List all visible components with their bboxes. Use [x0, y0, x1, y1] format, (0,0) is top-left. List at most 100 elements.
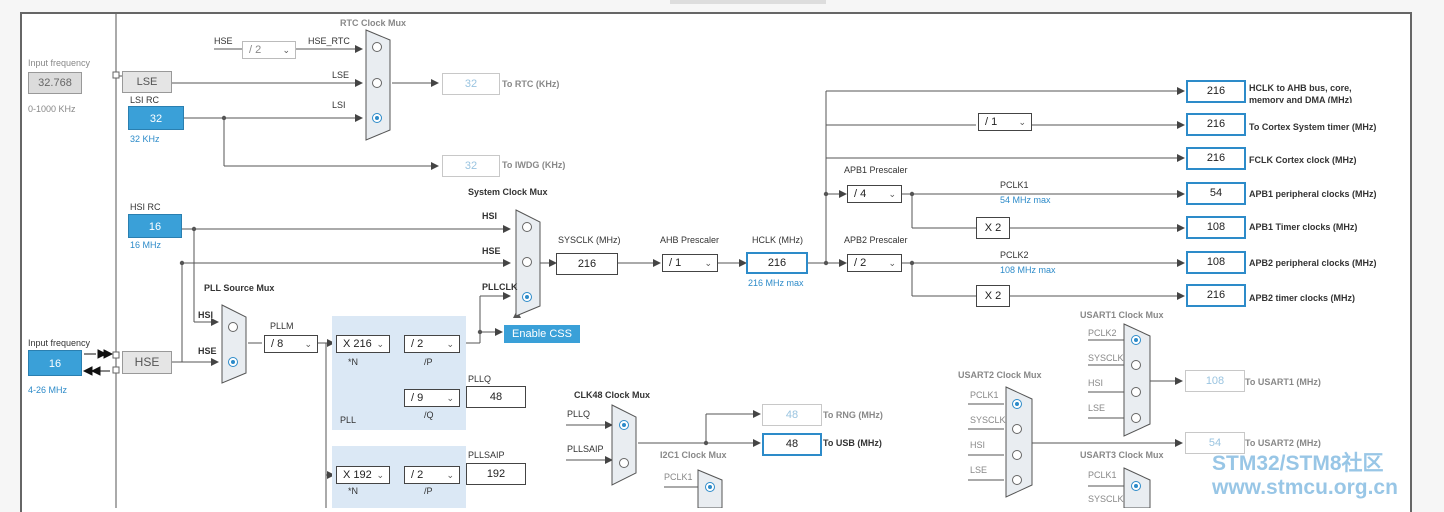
cortex-timer-divider-select[interactable]: / 1 ⌄ [978, 113, 1032, 131]
pclk2-label: PCLK2 [1000, 250, 1029, 260]
pll-q-value: / 9 [411, 392, 424, 404]
usart2-clock-mux-title: USART2 Clock Mux [958, 370, 1042, 380]
hclk-ahb-output[interactable]: 216 [1186, 80, 1246, 103]
chevron-down-icon: ⌄ [888, 258, 896, 268]
apb1-timer-output[interactable]: 108 [1186, 216, 1246, 239]
usart3-pclk1-label: PCLK1 [1088, 470, 1117, 480]
fclk-output[interactable]: 216 [1186, 147, 1246, 170]
usart2-sysclk-label: SYSCLK [970, 415, 1006, 425]
system-clock-mux-title: System Clock Mux [468, 187, 548, 197]
pclk2-max: 108 MHz max [1000, 265, 1056, 275]
ahb-prescaler-label: AHB Prescaler [660, 235, 720, 245]
pllq-value[interactable]: 48 [466, 386, 526, 408]
i2c1-pclk1-label: PCLK1 [664, 472, 693, 482]
usart1-hsi-radio[interactable] [1131, 387, 1141, 397]
usart2-sysclk-radio[interactable] [1012, 424, 1022, 434]
pllsai-n-select[interactable]: X 192 ⌄ [336, 466, 390, 484]
pclk1-max: 54 MHz max [1000, 195, 1051, 205]
sysmux-pllclk-label: PLLCLK [482, 282, 518, 292]
watermark-line1: STM32/STM8社区 [1212, 452, 1384, 475]
pllsrc-hse-radio[interactable] [228, 357, 238, 367]
i2c1-clock-mux-title: I2C1 Clock Mux [660, 450, 727, 460]
clk48-pllq-radio[interactable] [619, 420, 629, 430]
rtc-mux-lsi-radio[interactable] [372, 113, 382, 123]
iwdg-output-value[interactable]: 32 [442, 155, 500, 177]
sysmux-hsi-radio[interactable] [522, 222, 532, 232]
usart2-output-value[interactable]: 54 [1185, 432, 1245, 454]
rtc-mux-lse-radio[interactable] [372, 78, 382, 88]
apb1-timer-label: APB1 Timer clocks (MHz) [1249, 222, 1358, 232]
lse-input-frequency-field[interactable]: 32.768 [28, 72, 82, 94]
pclk1-label: PCLK1 [1000, 180, 1029, 190]
cortex-timer-output[interactable]: 216 [1186, 113, 1246, 136]
usart2-hsi-label: HSI [970, 440, 986, 450]
clk48-pllsaip-radio[interactable] [619, 458, 629, 468]
chevron-down-icon: ⌄ [446, 339, 454, 349]
rtc-hse-divider-value: / 2 [249, 44, 262, 56]
usart3-pclk1-radio[interactable] [1131, 481, 1141, 491]
pll-label: PLL [340, 415, 357, 425]
hse-input-frequency-field[interactable]: 16 [28, 350, 82, 376]
enable-css-button[interactable]: Enable CSS [504, 325, 580, 343]
chevron-down-icon: ⌄ [376, 470, 384, 480]
apb2-prescaler-select[interactable]: / 2 ⌄ [847, 254, 902, 272]
clk48-pllsaip-label: PLLSAIP [567, 444, 604, 454]
sysmux-pllclk-radio[interactable] [522, 292, 532, 302]
pllm-select[interactable]: / 8 ⌄ [264, 335, 318, 353]
pllsai-p-select[interactable]: / 2 ⌄ [404, 466, 460, 484]
hsi-frequency: 16 MHz [130, 240, 162, 250]
rtc-output-value[interactable]: 32 [442, 73, 500, 95]
hclk-value[interactable]: 216 [746, 252, 808, 274]
rtc-lsi-label: LSI [332, 100, 346, 110]
pll-p-select[interactable]: / 2 ⌄ [404, 335, 460, 353]
rtc-hse-divider-select[interactable]: / 2 ⌄ [242, 41, 296, 59]
pll-q-select[interactable]: / 9 ⌄ [404, 389, 460, 407]
chevron-down-icon: ⌄ [446, 393, 454, 403]
hse-source-block[interactable]: HSE [122, 351, 172, 374]
sysmux-hse-radio[interactable] [522, 257, 532, 267]
usart2-pclk1-radio[interactable] [1012, 399, 1022, 409]
lse-source-block[interactable]: LSE [122, 71, 172, 93]
hclk-label: HCLK (MHz) [752, 235, 803, 245]
pllm-value: / 8 [271, 338, 284, 350]
pllsai-p-value: / 2 [411, 469, 424, 481]
rng-dest-label: To RNG (MHz) [823, 410, 883, 420]
pllsrc-hsi-label: HSI [198, 310, 214, 320]
rtc-lse-label: LSE [332, 70, 350, 80]
cortex-timer-divider-value: / 1 [985, 116, 998, 128]
usart2-hsi-radio[interactable] [1012, 450, 1022, 460]
pllq-label: PLLQ [468, 374, 492, 384]
apb2-prescaler-value: / 2 [854, 257, 867, 269]
chevron-down-icon: ⌄ [704, 258, 712, 268]
rtc-dest-label: To RTC (KHz) [502, 79, 560, 89]
rng-output-value[interactable]: 48 [762, 404, 822, 426]
clock-configuration-canvas: Input frequency 32.768 0-1000 KHz Input … [0, 0, 1444, 512]
pllsaip-label: PLLSAIP [468, 450, 505, 460]
rtc-mux-hse-radio[interactable] [372, 42, 382, 52]
pll-n-select[interactable]: X 216 ⌄ [336, 335, 390, 353]
sysclk-value[interactable]: 216 [556, 253, 618, 275]
apb1-peripheral-output[interactable]: 54 [1186, 182, 1246, 205]
rtc-hse-rtc-label: HSE_RTC [308, 36, 350, 46]
apb2-timer-output[interactable]: 216 [1186, 284, 1246, 307]
usart1-sysclk-radio[interactable] [1131, 360, 1141, 370]
apb2-peripheral-output[interactable]: 108 [1186, 251, 1246, 274]
usart1-lse-radio[interactable] [1131, 413, 1141, 423]
rtc-clock-mux-title: RTC Clock Mux [340, 18, 407, 28]
pllsaip-value[interactable]: 192 [466, 463, 526, 485]
usart1-pclk2-radio[interactable] [1131, 335, 1141, 345]
apb1-prescaler-select[interactable]: / 4 ⌄ [847, 185, 902, 203]
lsi-frequency: 32 KHz [130, 134, 160, 144]
usart2-lse-radio[interactable] [1012, 475, 1022, 485]
pll-block [332, 316, 466, 430]
pllsrc-hsi-radio[interactable] [228, 322, 238, 332]
sysmux-hsi-label: HSI [482, 211, 498, 221]
watermark: STM32/STM8社区 www.stmcu.org.cn [1212, 452, 1398, 500]
i2c1-pclk1-radio[interactable] [705, 482, 715, 492]
usart1-output-value[interactable]: 108 [1185, 370, 1245, 392]
hclk-max: 216 MHz max [748, 278, 804, 288]
hsi-rc-value: 16 [128, 214, 182, 238]
usb-output-value[interactable]: 48 [762, 433, 822, 456]
ahb-prescaler-select[interactable]: / 1 ⌄ [662, 254, 718, 272]
clk48-clock-mux-title: CLK48 Clock Mux [574, 390, 651, 400]
